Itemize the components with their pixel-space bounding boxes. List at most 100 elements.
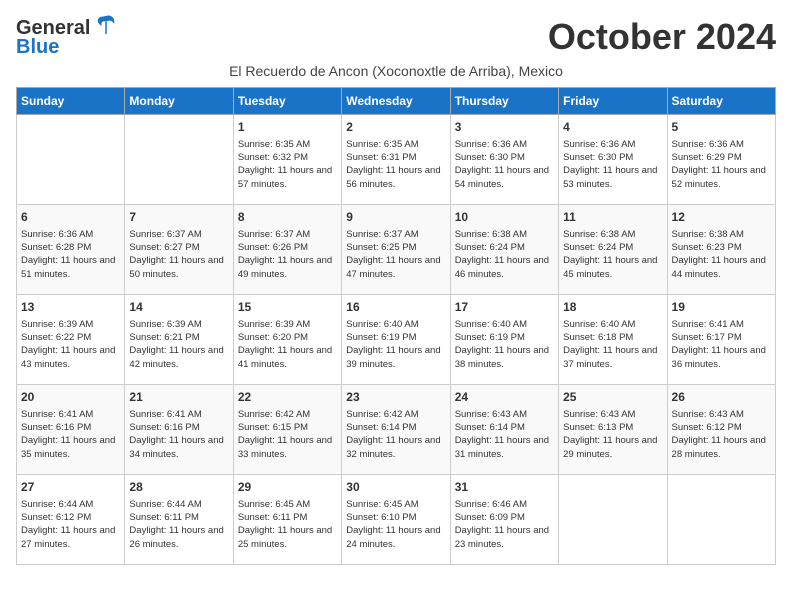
daylight-info: Daylight: 11 hours and 33 minutes. <box>238 435 332 459</box>
sunrise-info: Sunrise: 6:37 AM <box>238 229 310 240</box>
sunset-info: Sunset: 6:19 PM <box>455 332 525 343</box>
day-number: 1 <box>238 119 337 136</box>
daylight-info: Daylight: 11 hours and 29 minutes. <box>563 435 657 459</box>
sunset-info: Sunset: 6:18 PM <box>563 332 633 343</box>
daylight-info: Daylight: 11 hours and 37 minutes. <box>563 345 657 369</box>
daylight-info: Daylight: 11 hours and 28 minutes. <box>672 435 766 459</box>
sunset-info: Sunset: 6:11 PM <box>129 512 199 523</box>
day-info: Sunrise: 6:43 AMSunset: 6:12 PMDaylight:… <box>672 408 771 461</box>
day-number: 21 <box>129 389 228 406</box>
sunrise-info: Sunrise: 6:40 AM <box>563 319 635 330</box>
calendar-cell: 29 Sunrise: 6:45 AM Sunset: 6:11 PM Dayligh… <box>233 475 341 565</box>
day-info: Sunrise: 6:39 AMSunset: 6:22 PMDaylight:… <box>21 318 120 371</box>
day-info: Sunrise: 6:38 AMSunset: 6:24 PMDaylight:… <box>455 228 554 281</box>
sunrise-info: Sunrise: 6:39 AM <box>21 319 93 330</box>
calendar-cell: 18Sunrise: 6:40 AMSunset: 6:18 PMDayligh… <box>559 295 667 385</box>
sunset-info: Sunset: 6:16 PM <box>129 422 199 433</box>
calendar-cell: 31Sunrise: 6:46 AMSunset: 6:09 PMDayligh… <box>450 475 558 565</box>
sunrise-info: Sunrise: 6:42 AM <box>238 409 310 420</box>
day-number: 2 <box>346 119 445 136</box>
daylight-info: Daylight: 11 hours and 43 minutes. <box>21 345 115 369</box>
sunset-info: Sunset: 6:19 PM <box>346 332 416 343</box>
day-info: Sunrise: 6:40 AMSunset: 6:19 PMDaylight:… <box>346 318 445 371</box>
sunset-info: Sunset: 6:11 PM <box>238 512 308 523</box>
sunset-info: Sunset: 6:15 PM <box>238 422 308 433</box>
calendar-cell <box>667 475 775 565</box>
daylight-info: Daylight: 11 hours and 51 minutes. <box>21 255 115 279</box>
day-info: Sunrise: 6:37 AMSunset: 6:27 PMDaylight:… <box>129 228 228 281</box>
sunset-info: Sunset: 6:17 PM <box>672 332 742 343</box>
daylight-info: Daylight: 11 hours and 50 minutes. <box>129 255 223 279</box>
week-row-4: 20Sunrise: 6:41 AMSunset: 6:16 PMDayligh… <box>17 385 776 475</box>
sunrise-info: Sunrise: 6:39 AM <box>238 319 310 330</box>
sunrise-info: Sunrise: 6:46 AM <box>455 499 527 510</box>
daylight-info: Daylight: 11 hours and 45 minutes. <box>563 255 657 279</box>
sunset-info: Sunset: 6:24 PM <box>563 242 633 253</box>
sunrise-info: Sunrise: 6:42 AM <box>346 409 418 420</box>
day-info: Sunrise: 6:39 AMSunset: 6:21 PMDaylight:… <box>129 318 228 371</box>
weekday-header-thursday: Thursday <box>450 88 558 115</box>
sunrise-info: Sunrise: 6:43 AM <box>672 409 744 420</box>
calendar-cell: 2Sunrise: 6:35 AMSunset: 6:31 PMDaylight… <box>342 115 450 205</box>
sunrise-info: Sunrise: 6:38 AM <box>672 229 744 240</box>
sunrise-info: Sunrise: 6:45 AM <box>238 499 310 510</box>
sunset-info: Sunset: 6:29 PM <box>672 152 742 163</box>
day-number: 8 <box>238 209 337 226</box>
sunset-info: Sunset: 6:30 PM <box>563 152 633 163</box>
calendar-cell: 13Sunrise: 6:39 AMSunset: 6:22 PMDayligh… <box>17 295 125 385</box>
daylight-info: Daylight: 11 hours and 32 minutes. <box>346 435 440 459</box>
sunrise-info: Sunrise: 6:36 AM <box>455 139 527 150</box>
calendar-cell: 16Sunrise: 6:40 AMSunset: 6:19 PMDayligh… <box>342 295 450 385</box>
sunrise-info: Sunrise: 6:41 AM <box>672 319 744 330</box>
weekday-header-row: SundayMondayTuesdayWednesdayThursdayFrid… <box>17 88 776 115</box>
daylight-info: Daylight: 11 hours and 53 minutes. <box>563 165 657 189</box>
sunset-info: Sunset: 6:14 PM <box>455 422 525 433</box>
day-info: Sunrise: 6:36 AMSunset: 6:30 PMDaylight:… <box>455 138 554 191</box>
sunrise-info: Sunrise: 6:38 AM <box>455 229 527 240</box>
day-number: 23 <box>346 389 445 406</box>
calendar-cell: 24Sunrise: 6:43 AMSunset: 6:14 PMDayligh… <box>450 385 558 475</box>
daylight-info: Daylight: 11 hours and 41 minutes. <box>238 345 332 369</box>
calendar-cell: 12Sunrise: 6:38 AMSunset: 6:23 PMDayligh… <box>667 205 775 295</box>
daylight-info: Daylight: 11 hours and 25 minutes. <box>238 525 332 549</box>
sunset-info: Sunset: 6:23 PM <box>672 242 742 253</box>
calendar-cell: 20Sunrise: 6:41 AMSunset: 6:16 PMDayligh… <box>17 385 125 475</box>
daylight-info: Daylight: 11 hours and 42 minutes. <box>129 345 223 369</box>
sunset-info: Sunset: 6:10 PM <box>346 512 416 523</box>
day-info: Sunrise: 6:46 AMSunset: 6:09 PMDaylight:… <box>455 498 554 551</box>
sunset-info: Sunset: 6:16 PM <box>21 422 91 433</box>
day-info: Sunrise: 6:37 AMSunset: 6:25 PMDaylight:… <box>346 228 445 281</box>
day-info: Sunrise: 6:45 AMSunset: 6:10 PMDaylight:… <box>346 498 445 551</box>
day-number: 3 <box>455 119 554 136</box>
calendar-cell: 1Sunrise: 6:35 AMSunset: 6:32 PMDaylight… <box>233 115 341 205</box>
day-info: Sunrise: 6:42 AMSunset: 6:14 PMDaylight:… <box>346 408 445 461</box>
sunset-info: Sunset: 6:31 PM <box>346 152 416 163</box>
day-number: 29 <box>238 479 337 496</box>
daylight-info: Daylight: 11 hours and 31 minutes. <box>455 435 549 459</box>
daylight-info: Daylight: 11 hours and 34 minutes. <box>129 435 223 459</box>
day-number: 4 <box>563 119 662 136</box>
day-number: 9 <box>346 209 445 226</box>
week-row-5: 27Sunrise: 6:44 AMSunset: 6:12 PMDayligh… <box>17 475 776 565</box>
day-number: 14 <box>129 299 228 316</box>
day-number: 26 <box>672 389 771 406</box>
logo-blue: Blue <box>16 36 59 59</box>
calendar-cell: 8Sunrise: 6:37 AMSunset: 6:26 PMDaylight… <box>233 205 341 295</box>
calendar-cell: 10 Sunrise: 6:38 AMSunset: 6:24 PMDayligh… <box>450 205 558 295</box>
calendar-cell: 23 Sunrise: 6:42 AMSunset: 6:14 PMDayligh… <box>342 385 450 475</box>
calendar-cell: 22Sunrise: 6:42 AMSunset: 6:15 PMDayligh… <box>233 385 341 475</box>
day-info: Sunrise: 6:41 AMSunset: 6:17 PMDaylight:… <box>672 318 771 371</box>
day-info: Sunrise: 6:36 AMSunset: 6:30 PMDaylight:… <box>563 138 662 191</box>
calendar-cell: 15Sunrise: 6:39 AMSunset: 6:20 PMDayligh… <box>233 295 341 385</box>
day-number: 10 <box>455 209 554 226</box>
day-info: Sunrise: 6:41 AMSunset: 6:16 PMDaylight:… <box>129 408 228 461</box>
day-number: 24 <box>455 389 554 406</box>
calendar-cell <box>559 475 667 565</box>
sunrise-info: Sunrise: 6:37 AM <box>346 229 418 240</box>
location-title: El Recuerdo de Ancon (Xoconoxtle de Arri… <box>16 63 776 79</box>
day-number: 28 <box>129 479 228 496</box>
header: General Blue October 2024 <box>16 16 776 59</box>
calendar-cell: 30Sunrise: 6:45 AMSunset: 6:10 PMDayligh… <box>342 475 450 565</box>
calendar-cell: 4 Sunrise: 6:36 AMSunset: 6:30 PMDaylight… <box>559 115 667 205</box>
daylight-info: Daylight: 11 hours and 27 minutes. <box>21 525 115 549</box>
